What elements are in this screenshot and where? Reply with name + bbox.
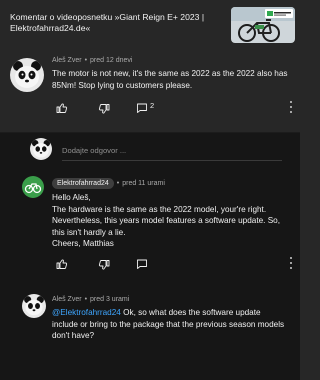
panda-avatar-icon <box>30 138 52 160</box>
reply-line: don't have? <box>52 331 95 340</box>
like-icon[interactable] <box>56 258 68 270</box>
reply-line: @Elektrofahrrad24 Ok, so what does the s… <box>52 307 297 319</box>
reply-line: The hardware is the same as the 2022 mod… <box>52 204 267 214</box>
reply-text-inline: Ok, so what does the software update <box>120 308 261 317</box>
reply-meta: Elektrofahrrad24 • pred 11 urami <box>52 178 165 189</box>
reply-text: @Elektrofahrrad24 Ok, so what does the s… <box>52 307 297 342</box>
panda-avatar-icon <box>22 294 46 318</box>
reply-text: Hello Aleš, The hardware is the same as … <box>52 192 297 250</box>
reply-line: include or bring to the package that the… <box>52 319 285 329</box>
comment-text: The motor is not new, it's the same as 2… <box>52 69 288 90</box>
current-user-avatar <box>30 138 52 160</box>
reply-line: Cheers, Matthias <box>52 239 114 248</box>
comment-meta: Aleš Zver • pred 12 dnevi <box>52 57 133 64</box>
replies-panel <box>0 133 300 380</box>
elektrofahrrad24-logo-icon <box>22 176 44 198</box>
more-options-icon[interactable] <box>289 257 293 269</box>
mention-link[interactable]: @Elektrofahrrad24 <box>52 308 121 317</box>
avatar-ales-zver[interactable] <box>22 294 46 318</box>
comment-header: Komentar o videoposnetku »Giant Reign E+… <box>0 0 300 48</box>
header-title: Komentar o videoposnetku »Giant Reign E+… <box>10 12 205 33</box>
reply-meta: Aleš Zver • pred 3 urami <box>52 296 130 303</box>
reply-time[interactable]: pred 11 urami <box>122 180 165 187</box>
video-thumbnail[interactable] <box>231 7 295 43</box>
replies-count: 2 <box>150 101 155 110</box>
reply-icon[interactable] <box>136 258 148 270</box>
comment-author[interactable]: Aleš Zver <box>52 57 82 64</box>
avatar-ales-zver[interactable] <box>10 58 44 92</box>
avatar-elektrofahrrad24[interactable] <box>22 176 44 198</box>
parent-comment: Aleš Zver • pred 12 dnevi The motor is not… <box>0 48 300 132</box>
reply-input-underline <box>62 160 282 161</box>
reply-actions <box>52 258 172 272</box>
reply-line: Nevertheless, this years model features … <box>52 216 281 225</box>
more-options-icon[interactable] <box>289 101 293 113</box>
reply-line: this isn't hardly a lie. <box>52 227 126 237</box>
bike-video-thumbnail-icon <box>231 7 295 43</box>
like-icon[interactable] <box>56 102 68 114</box>
reply-line: Hello Aleš, <box>52 193 91 202</box>
comment-actions: 2 <box>52 101 172 116</box>
dislike-icon[interactable] <box>98 259 110 271</box>
reply-author-badge[interactable]: Elektrofahrrad24 <box>52 178 114 189</box>
reply-input[interactable]: Dodajte odgovor ... <box>62 146 126 155</box>
replies-icon[interactable] <box>136 102 148 114</box>
dislike-icon[interactable] <box>98 103 110 115</box>
panda-avatar-icon <box>10 58 44 92</box>
comment-time[interactable]: pred 12 dnevi <box>90 57 132 64</box>
reply-author[interactable]: Aleš Zver <box>52 296 82 303</box>
reply-time[interactable]: pred 3 urami <box>90 296 129 303</box>
